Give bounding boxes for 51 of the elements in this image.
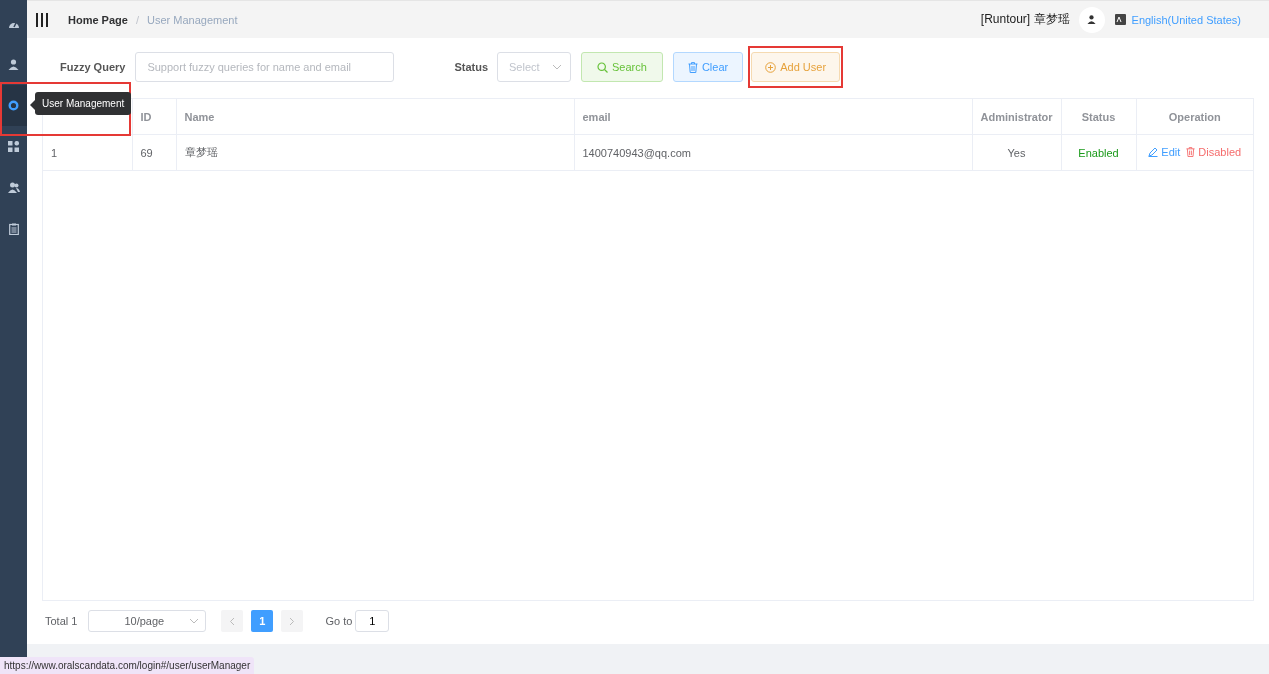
table-cell: 1400740943@qq.com (582, 146, 691, 159)
filter-label: Status (454, 61, 489, 73)
column-header: email (582, 110, 611, 123)
table-cell: 69 (140, 146, 153, 159)
chevron-down-icon (552, 64, 563, 70)
clipboard-icon (8, 222, 19, 235)
add-button[interactable]: Add User (751, 52, 841, 82)
tooltip: User Management (35, 92, 132, 115)
filter-label: Fuzzy Query (60, 61, 126, 73)
page-input[interactable]: 1 (355, 610, 390, 632)
user-icon (8, 59, 19, 70)
breadcrumb-separator: / (135, 13, 139, 26)
avatar[interactable] (1078, 6, 1105, 33)
column-header: ID (140, 110, 152, 123)
status-select[interactable]: Select (497, 52, 572, 82)
column-header: Name (184, 110, 215, 123)
trash-icon (1186, 147, 1196, 157)
language-link[interactable]: English(United States) (1131, 13, 1241, 26)
breadcrumb-item[interactable]: Home Page (68, 13, 128, 26)
chevron-right-icon (289, 616, 296, 626)
breadcrumb-item: User Management (147, 13, 238, 26)
translate-icon (1114, 14, 1126, 25)
sidebar-item[interactable] (0, 85, 27, 126)
page-button[interactable]: 1 (251, 610, 274, 632)
trash-icon (687, 61, 698, 73)
menu-icon[interactable] (36, 12, 48, 27)
clear-button[interactable]: Clear (672, 52, 744, 82)
search-field[interactable]: Support fuzzy queries for name and email (135, 52, 395, 82)
grid-icon (8, 141, 19, 152)
chevron-left-icon (229, 616, 236, 626)
column-header: Operation (1168, 110, 1221, 123)
status-bar-url: https://www.oralscandata.com/login#/user/userManager (0, 657, 255, 674)
search-icon (597, 61, 609, 73)
search-button[interactable]: Search (581, 52, 663, 82)
users-icon (7, 182, 20, 193)
plus-circle-icon (765, 61, 777, 73)
delete-link[interactable]: Disabled (1186, 146, 1242, 158)
pencil-icon (1148, 147, 1159, 157)
goto-label: Go to (325, 615, 353, 627)
edit-link[interactable]: Edit (1148, 146, 1181, 158)
table-cell: Yes (1007, 146, 1026, 159)
page-size-select[interactable]: 10/page (88, 610, 207, 632)
column-header: Administrator (980, 110, 1053, 123)
column-header: Status (1081, 110, 1116, 123)
user-name: [Runtour] 章梦瑶 (980, 11, 1070, 28)
chevron-down-icon (189, 618, 200, 624)
ring-icon (8, 100, 19, 111)
table-cell: 章梦瑶 (184, 146, 218, 158)
table-cell: 1 (51, 146, 58, 159)
total-count: Total 1 (45, 615, 78, 627)
status-text: Enabled (1078, 146, 1119, 159)
